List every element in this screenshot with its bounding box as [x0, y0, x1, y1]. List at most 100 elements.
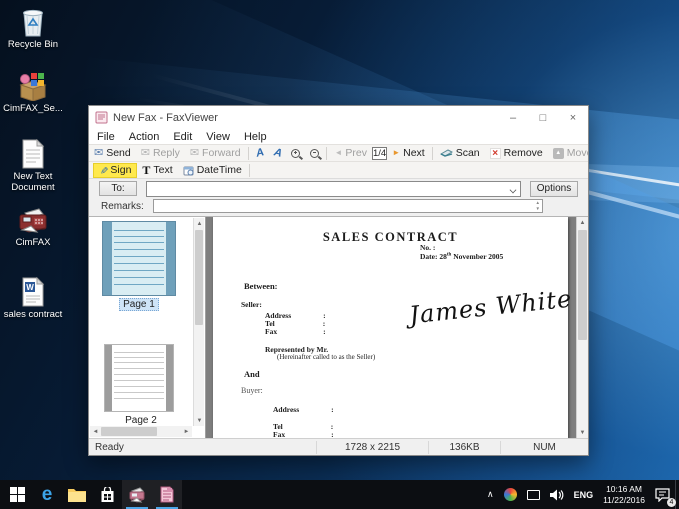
show-desktop-button[interactable]	[675, 480, 679, 509]
desktop-icon-label: Recycle Bin	[8, 40, 58, 51]
tray-expand-button[interactable]: ∧	[482, 480, 499, 509]
rotate-left-button[interactable]: A	[251, 146, 269, 161]
thumbnail-page2[interactable]	[104, 344, 174, 412]
desktop-icon-label: CimFAX_Se...	[3, 104, 63, 115]
scroll-up-icon[interactable]: ▲	[577, 217, 588, 228]
datetime-button[interactable]: DateTime	[178, 163, 247, 178]
menu-file[interactable]: File	[97, 131, 115, 143]
thumbnail-panel: Page 1 Page 2 ▲ ▼ ◄ ►	[89, 217, 206, 438]
thumbnail-horizontal-scrollbar[interactable]: ◄ ►	[90, 426, 192, 437]
desktop-icon-recycle-bin[interactable]: Recycle Bin	[0, 6, 66, 51]
move-up-button[interactable]: ▲ Move Up	[548, 146, 588, 161]
remove-button[interactable]: × Remove	[485, 146, 548, 161]
thumbnail-label-page2[interactable]: Page 2	[104, 415, 178, 426]
desktop-icon-new-text-document[interactable]: New Text Document	[0, 138, 66, 194]
zoom-in-button[interactable]	[286, 146, 305, 161]
language-indicator[interactable]: ENG	[569, 480, 599, 509]
scrollbar-thumb[interactable]	[195, 230, 203, 325]
toolbar-separator	[248, 147, 249, 160]
scrollbar-thumb[interactable]	[578, 230, 587, 340]
forward-button[interactable]: ✉ Forward	[185, 146, 246, 161]
to-button[interactable]: To:	[99, 181, 137, 196]
rotate-right-button[interactable]: A	[269, 146, 287, 161]
store-bag-icon	[100, 487, 115, 503]
fax-app-icon	[128, 487, 146, 503]
taskbar-file-explorer[interactable]	[62, 480, 92, 509]
prev-page-button[interactable]: ◄ Prev	[329, 146, 372, 161]
seller-fax-row: Fax:	[265, 327, 326, 336]
window-title: New Fax - FaxViewer	[113, 112, 498, 124]
desktop-icon-cimfax[interactable]: CimFAX	[0, 204, 66, 249]
close-button[interactable]: ×	[558, 106, 588, 129]
spinner-icon[interactable]: ▲▼	[536, 201, 540, 211]
svg-text:W: W	[26, 283, 34, 292]
thumbnail-page1[interactable]	[102, 221, 176, 296]
send-button[interactable]: ✉ Send	[89, 146, 136, 161]
remarks-row: Remarks: ▲▼	[89, 198, 588, 216]
zoom-out-button[interactable]	[305, 146, 324, 161]
menu-view[interactable]: View	[206, 131, 230, 143]
scroll-left-icon[interactable]: ◄	[90, 426, 101, 437]
buyer-address-row: Address:	[273, 405, 334, 414]
page-indicator-box[interactable]: 1/4	[372, 147, 387, 160]
document-page[interactable]: SALES CONTRACT No. : Date: 28th November…	[213, 217, 568, 438]
desktop-icon-cimfax-setup[interactable]: CimFAX_Se...	[0, 70, 66, 115]
fax-machine-icon	[16, 204, 50, 236]
scroll-up-icon[interactable]: ▲	[194, 218, 205, 229]
status-ready: Ready	[89, 442, 316, 453]
buyer-fax-row: Fax:	[273, 430, 334, 438]
taskbar-edge[interactable]: e	[32, 480, 62, 509]
thumbnail-vertical-scrollbar[interactable]: ▲ ▼	[193, 218, 204, 426]
main-toolbar: ✉ Send ✉ Reply ✉ Forward A A	[89, 144, 588, 161]
remarks-label: Remarks:	[101, 201, 145, 212]
close-icon: ×	[570, 112, 576, 124]
zoom-out-icon	[310, 149, 319, 158]
toolbar-separator	[326, 147, 327, 160]
scanner-icon	[440, 148, 453, 158]
taskbar-cimfax[interactable]	[122, 480, 152, 509]
document-view: SALES CONTRACT No. : Date: 28th November…	[206, 217, 588, 438]
taskbar: e	[0, 480, 679, 509]
reply-button[interactable]: ✉ Reply	[136, 146, 185, 161]
scan-button[interactable]: Scan	[435, 146, 485, 161]
scroll-down-icon[interactable]: ▼	[194, 415, 205, 426]
forward-icon: ✉	[190, 148, 199, 159]
recipient-combobox[interactable]	[146, 181, 521, 197]
next-page-button[interactable]: ► Next	[387, 146, 430, 161]
scrollbar-thumb[interactable]	[101, 427, 157, 436]
sign-button[interactable]: ✎ Sign	[93, 163, 137, 178]
desktop-icon-sales-contract[interactable]: W sales contract	[0, 276, 66, 321]
tray-network-button[interactable]	[522, 480, 545, 509]
signature-annotation[interactable]: James White	[408, 285, 574, 330]
status-filesize: 136KB	[428, 441, 500, 454]
fax-document-icon	[160, 486, 174, 503]
title-bar[interactable]: New Fax - FaxViewer – □ ×	[89, 106, 588, 129]
taskbar-store[interactable]	[92, 480, 122, 509]
menu-edit[interactable]: Edit	[173, 131, 192, 143]
next-arrow-icon: ►	[392, 149, 400, 157]
menu-action[interactable]: Action	[129, 131, 160, 143]
text-button[interactable]: T Text	[137, 163, 177, 178]
word-document-icon: W	[16, 276, 50, 308]
scroll-right-icon[interactable]: ►	[181, 426, 192, 437]
scroll-down-icon[interactable]: ▼	[577, 427, 588, 438]
maximize-button[interactable]: □	[528, 106, 558, 129]
minimize-button[interactable]: –	[498, 106, 528, 129]
document-vertical-scrollbar[interactable]: ▲ ▼	[576, 217, 588, 438]
remove-x-icon: ×	[490, 148, 501, 159]
options-button[interactable]: Options	[530, 181, 578, 197]
tray-app-button[interactable]	[499, 480, 522, 509]
start-button[interactable]	[2, 480, 32, 509]
desktop-icon-label: CimFAX	[16, 238, 51, 249]
notification-badge: 4	[667, 498, 676, 507]
and-label: And	[244, 369, 260, 379]
taskbar-clock[interactable]: 10:16 AM 11/22/2016	[598, 480, 650, 509]
thumbnail-label-page1[interactable]: Page 1	[102, 299, 176, 310]
action-center-button[interactable]: 4	[650, 480, 675, 509]
reply-icon: ✉	[141, 148, 150, 159]
rotate-right-icon: A	[272, 146, 283, 160]
menu-help[interactable]: Help	[244, 131, 267, 143]
tray-volume-button[interactable]	[545, 480, 569, 509]
taskbar-faxviewer[interactable]	[152, 480, 182, 509]
remarks-input[interactable]: ▲▼	[153, 199, 543, 213]
